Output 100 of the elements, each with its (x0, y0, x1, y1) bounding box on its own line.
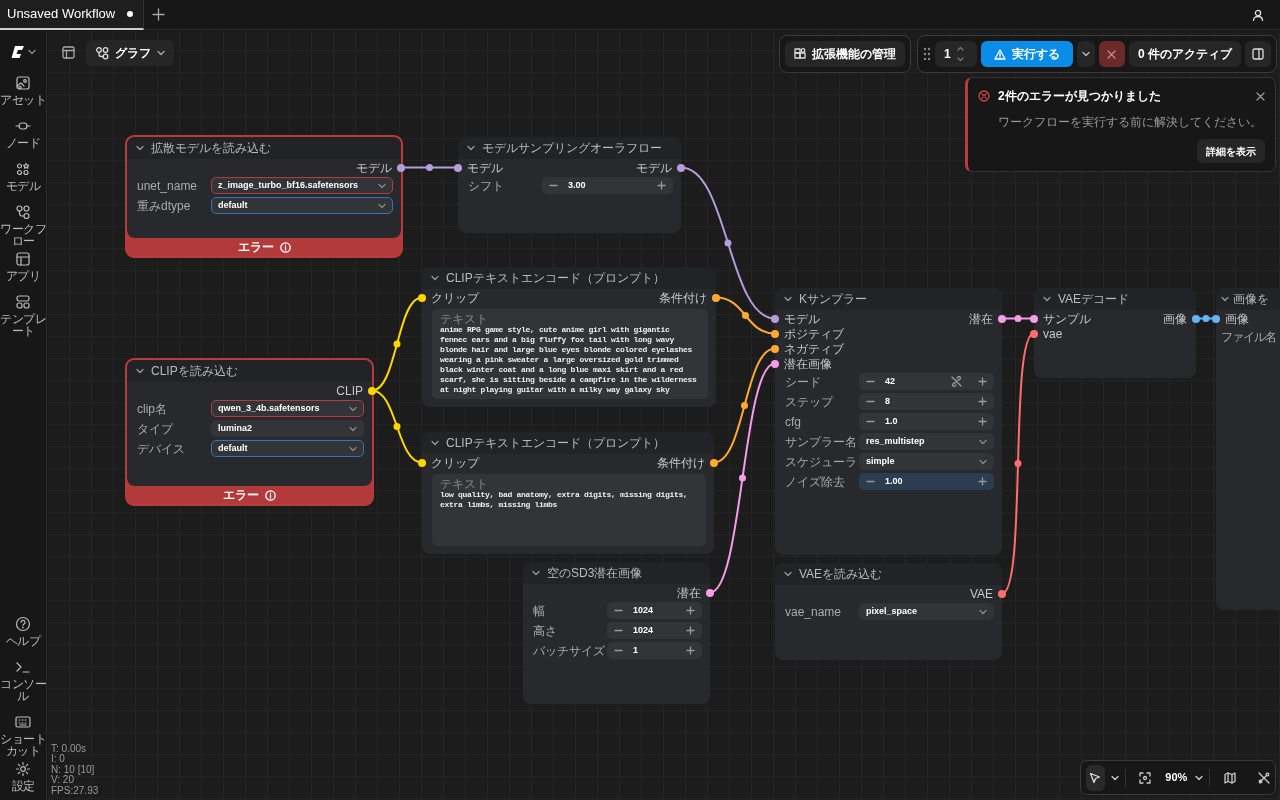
collapse-button[interactable] (136, 368, 144, 374)
close-button[interactable] (1256, 91, 1265, 101)
increment-button[interactable] (686, 646, 695, 655)
number-field[interactable]: 3.00 (542, 177, 673, 194)
zoom-button[interactable]: 90% (1165, 769, 1204, 786)
details-button[interactable]: 詳細を表示 (1197, 139, 1265, 163)
active-jobs-button[interactable]: 0 件のアクティブ (1129, 41, 1241, 67)
number-field[interactable]: 1 (607, 642, 702, 659)
dropdown[interactable]: lumina2 (211, 420, 364, 437)
minimap-button[interactable] (1224, 771, 1236, 784)
panel-toggle-button[interactable] (1245, 41, 1271, 67)
caret-icon (1221, 296, 1229, 302)
collapse-button[interactable] (1043, 296, 1051, 302)
stat-line: FPS:27.93 (51, 785, 99, 796)
node-title: CLIPテキストエンコード（プロンプト） (446, 435, 665, 452)
widget-label: スケジューラ (785, 453, 858, 471)
sidebar-item[interactable]: 設定 (0, 761, 47, 792)
sidebar-item[interactable]: モデル (0, 161, 47, 192)
collapse-button[interactable] (136, 145, 144, 151)
output-slot[interactable]: 潜在 (969, 309, 1006, 328)
help-icon (15, 616, 31, 632)
collapse-button[interactable] (784, 571, 792, 577)
plus-icon (686, 606, 695, 615)
number-field[interactable]: 1024 (607, 622, 702, 639)
dropdown[interactable]: pixel_space (859, 603, 994, 620)
number-value: 3.00 (568, 178, 586, 192)
workflow-tab[interactable]: Unsaved Workflow (0, 0, 145, 30)
pointer-icon (1089, 771, 1102, 784)
sidebar-item[interactable]: ヘルプ (0, 616, 47, 647)
input-slot[interactable]: クリップ (418, 288, 479, 307)
number-value: 1024 (633, 623, 654, 637)
hide-links-button[interactable] (1258, 771, 1270, 784)
run-options-button[interactable] (1077, 41, 1095, 67)
stat-line: T: 0.00s (51, 743, 88, 754)
widget-label: サンプラー名 (785, 433, 858, 451)
batch-count-field[interactable]: 1 (935, 41, 977, 67)
layout-button[interactable] (62, 46, 75, 59)
number-field[interactable]: 1024 (607, 602, 702, 619)
output-slot[interactable]: VAE (969, 584, 1006, 603)
output-slot[interactable]: 条件付け (659, 288, 720, 307)
increment-button[interactable] (978, 417, 987, 426)
cancel-button[interactable] (1099, 41, 1125, 67)
sidebar-item[interactable]: ショートカット (0, 714, 47, 757)
sidebar-item[interactable]: ワークフロー (0, 204, 47, 247)
output-slot[interactable]: モデル (636, 158, 685, 177)
caret-icon (784, 296, 792, 302)
increment-button[interactable] (978, 477, 987, 486)
input-slot[interactable]: 画像 (1212, 309, 1249, 328)
sidebar-item[interactable]: アセット (0, 75, 47, 106)
sidebar-item[interactable]: アプリ (0, 251, 47, 282)
caret-icon (136, 145, 144, 151)
tool-menu-button[interactable] (1110, 774, 1119, 781)
dropdown[interactable]: default (211, 440, 364, 457)
number-field[interactable]: 1.0 (859, 413, 994, 430)
keyboard-icon (15, 714, 31, 730)
output-slot[interactable]: モデル (356, 158, 405, 177)
graph-menu-button[interactable]: グラフ (86, 40, 174, 66)
output-slot[interactable]: 条件付け (657, 453, 718, 472)
dropdown-value: simple (866, 454, 895, 468)
increment-button[interactable] (686, 626, 695, 635)
user-button[interactable] (1252, 8, 1264, 21)
sidebar-item[interactable]: コンソール (0, 659, 47, 702)
dropdown-value: z_image_turbo_bf16.safetensors (218, 178, 359, 192)
dropdown[interactable]: qwen_3_4b.safetensors (211, 400, 364, 417)
fit-view-button[interactable] (1139, 771, 1152, 784)
output-slot[interactable]: 潜在 (677, 583, 714, 602)
sidebar-item[interactable]: テンプレート (0, 294, 47, 337)
input-slot[interactable]: モデル (454, 158, 503, 177)
input-slot[interactable]: クリップ (418, 453, 479, 472)
increment-button[interactable] (978, 377, 987, 386)
number-field[interactable]: 8 (859, 393, 994, 410)
randomize-button[interactable] (951, 376, 962, 387)
increment-button[interactable] (686, 606, 695, 615)
number-field[interactable]: 42 (859, 373, 994, 390)
collapse-button[interactable] (784, 296, 792, 302)
logo-button[interactable] (10, 45, 36, 59)
sidebar-item[interactable]: ノード (0, 118, 47, 149)
output-slot[interactable]: CLIP (336, 381, 376, 400)
collapse-button[interactable] (431, 275, 439, 281)
extensions-button[interactable]: 拡張機能の管理 (785, 41, 905, 67)
plus-icon (686, 626, 695, 635)
caret-icon (532, 570, 540, 576)
select-tool-button[interactable] (1086, 764, 1105, 791)
caret-icon (1082, 51, 1090, 57)
number-field[interactable]: 1.00 (859, 473, 994, 490)
output-slot[interactable]: 画像 (1163, 309, 1200, 328)
increment-button[interactable] (657, 181, 666, 190)
dropdown[interactable]: res_multistep (859, 433, 994, 450)
collapse-button[interactable] (467, 145, 475, 151)
dropdown[interactable]: z_image_turbo_bf16.safetensors (211, 177, 393, 194)
widget-label: デバイス (137, 440, 186, 458)
dropdown[interactable]: simple (859, 453, 994, 470)
collapse-button[interactable] (1221, 296, 1229, 302)
increment-button[interactable] (978, 397, 987, 406)
prompt-textarea[interactable]: テキスト low quality, bad anatomy, extra digits, missing digits, extra limbs, missing limbs (432, 474, 706, 546)
run-button[interactable]: 実行する (981, 41, 1073, 67)
dropdown[interactable]: default (211, 197, 393, 214)
collapse-button[interactable] (532, 570, 540, 576)
new-tab-button[interactable] (152, 8, 166, 21)
collapse-button[interactable] (431, 440, 439, 446)
